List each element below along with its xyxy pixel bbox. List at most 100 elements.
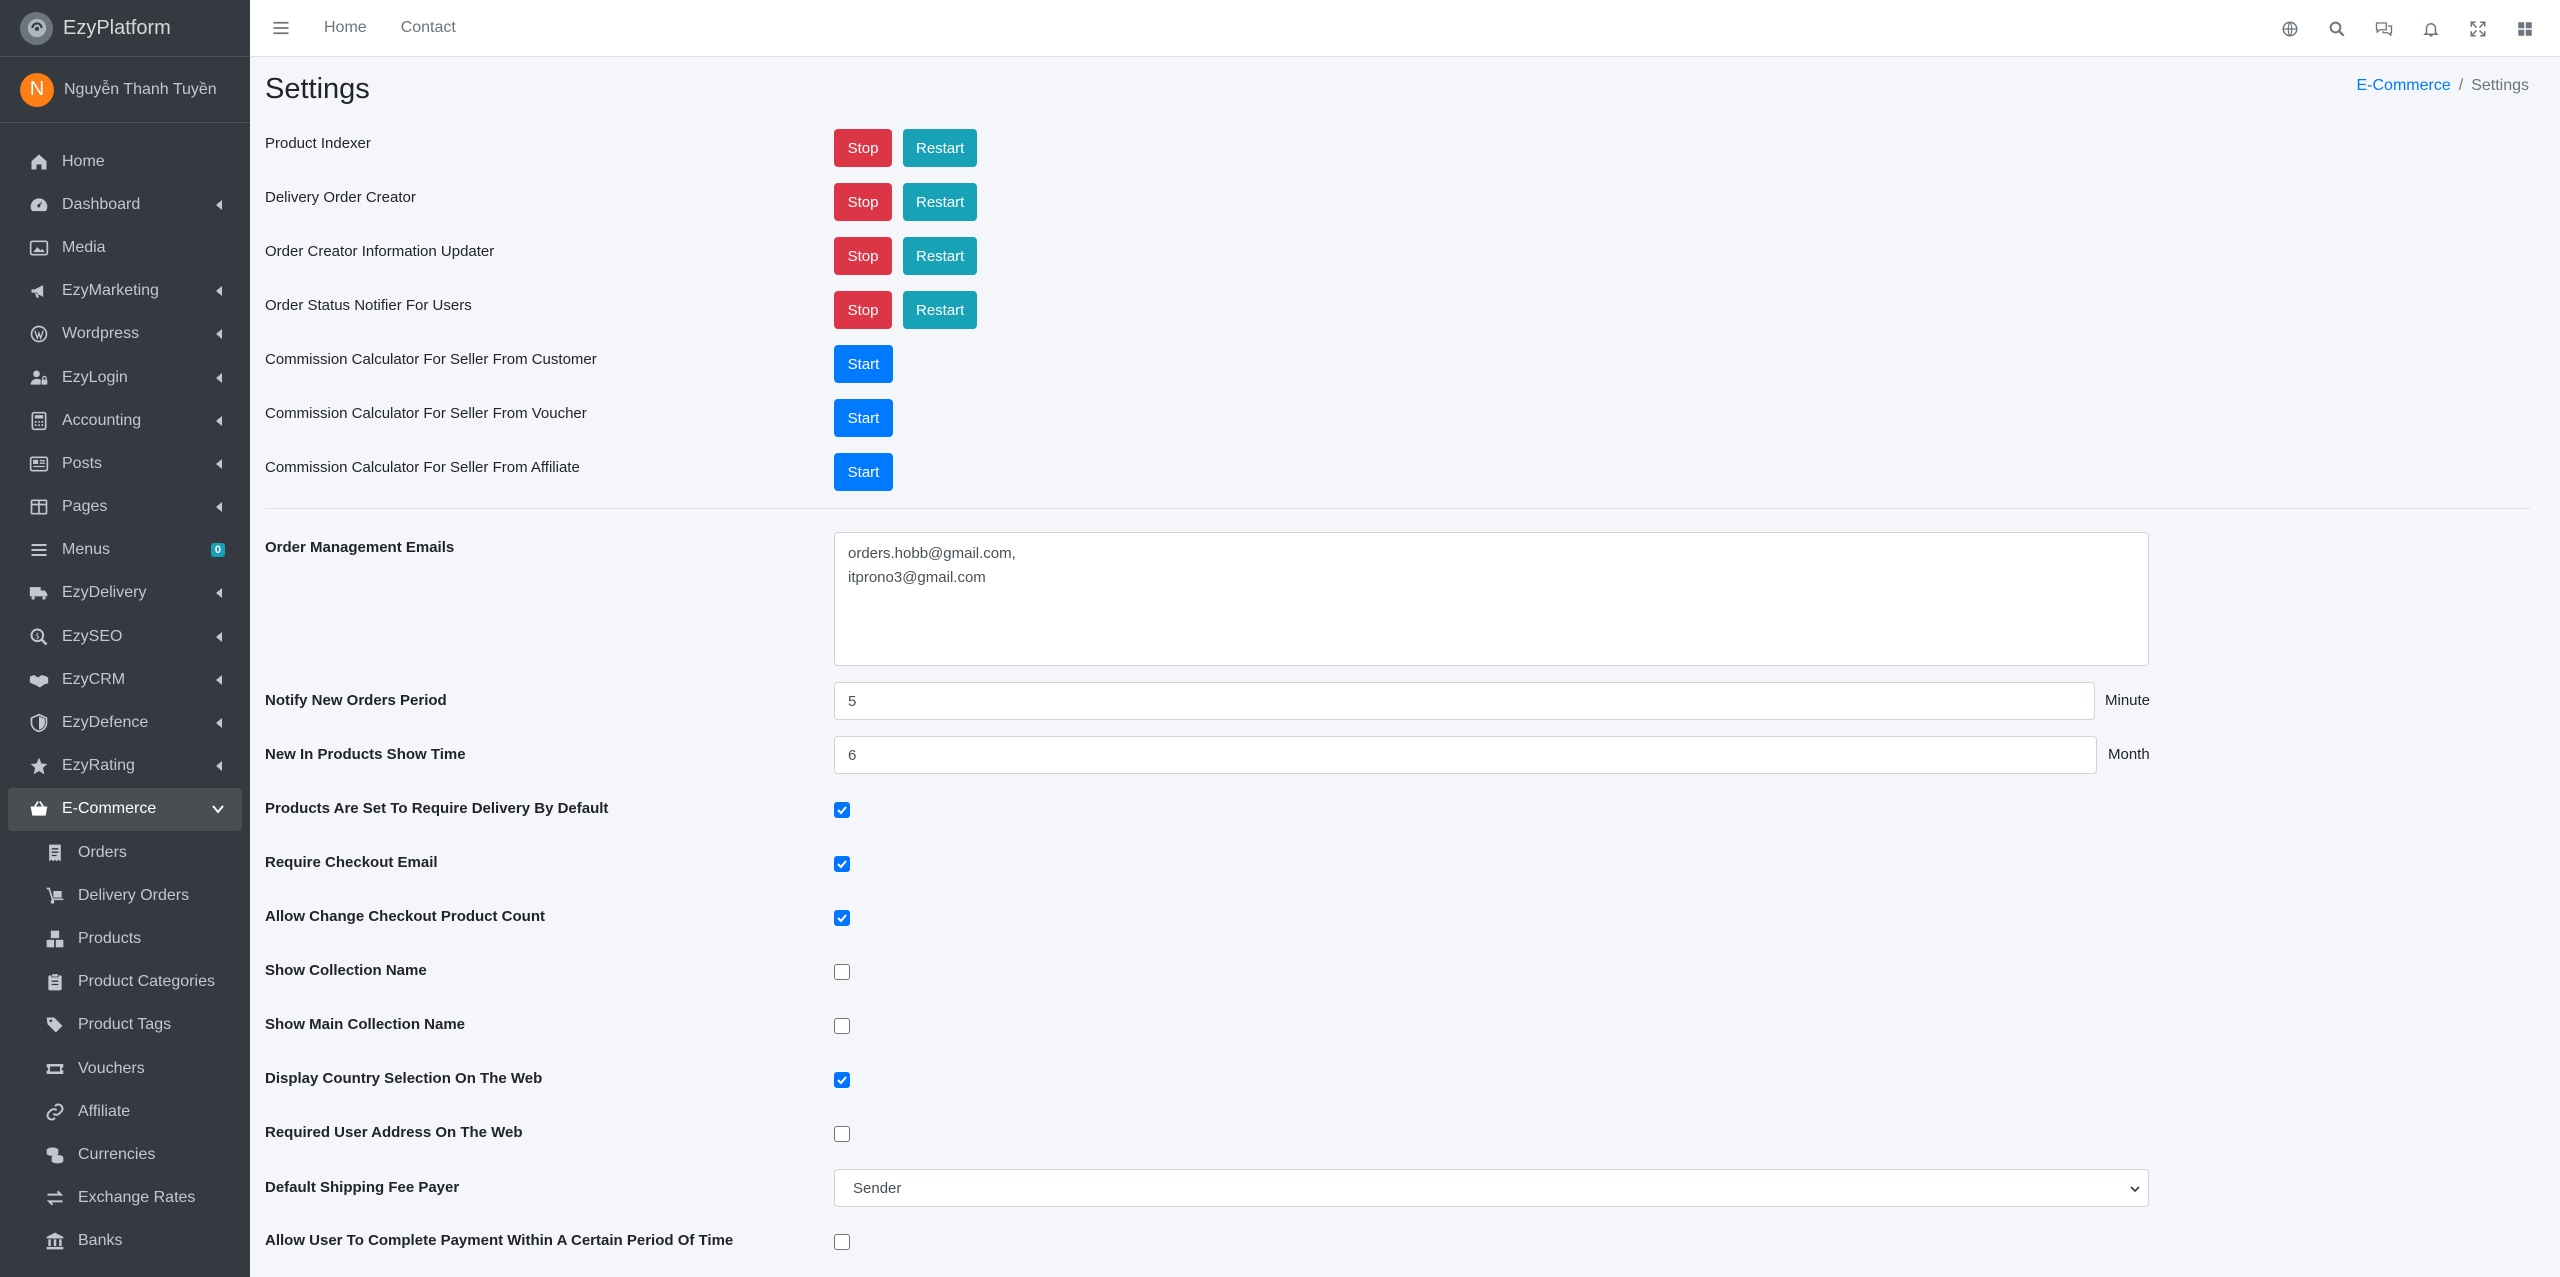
worker-label: Product Indexer [265, 135, 371, 152]
sidebar-item-pages[interactable]: Pages [0, 486, 250, 529]
search-icon[interactable] [2313, 0, 2360, 57]
sidebar-item-label: Orders [78, 843, 127, 861]
form-label: Show Main Collection Name [265, 1016, 466, 1033]
sidebar-item-label: Exchange Rates [78, 1189, 196, 1207]
sidebar-item-home[interactable]: Home [0, 140, 250, 183]
worker-label: Commission Calculator For Seller From Vo… [265, 405, 587, 422]
sidebar-item-ecommerce[interactable]: E-Commerce [8, 787, 242, 831]
notify-period-input[interactable]: 5 [834, 682, 2095, 720]
payment-period-checkbox[interactable] [834, 1234, 850, 1250]
columns-icon [28, 496, 50, 518]
form-label: Allow Change Checkout Product Count [265, 908, 545, 925]
form-label: Default Shipping Fee Payer [265, 1179, 460, 1196]
new-in-time-input[interactable]: 6 [834, 736, 2097, 774]
sidebar-subitem-product-categories[interactable]: Product Categories [0, 961, 250, 1004]
restart-button[interactable]: Restart [903, 129, 978, 167]
sidebar-item-ezyseo[interactable]: $ EzySEO [0, 615, 250, 658]
sidebar-subitem-currencies[interactable]: Currencies [0, 1133, 250, 1176]
sidebar-item-ezycrm[interactable]: EzyCRM [0, 658, 250, 701]
sidebar-item-label: Dashboard [62, 195, 141, 213]
sidebar-item-posts[interactable]: Posts [0, 442, 250, 485]
sidebar-subitem-vouchers[interactable]: Vouchers [0, 1047, 250, 1090]
sidebar-item-ezyrating[interactable]: EzyRating [0, 745, 250, 788]
sidebar-item-ezydelivery[interactable]: EzyDelivery [0, 572, 250, 615]
order-emails-textarea[interactable]: orders.hobb@gmail.com, itprono3@gmail.co… [834, 532, 2149, 666]
worker-row: Order Creator Information Updater Stop R… [265, 237, 1465, 275]
sidebar-item-ezymarketing[interactable]: EzyMarketing [0, 270, 250, 313]
hamburger-icon[interactable] [272, 18, 296, 38]
link-icon [44, 1101, 66, 1123]
shield-icon [28, 712, 50, 734]
comments-icon[interactable] [2360, 0, 2407, 57]
stop-button[interactable]: Stop [834, 291, 892, 329]
breadcrumb-separator: / [2458, 77, 2464, 94]
chevron-left-icon [216, 329, 222, 340]
sidebar-item-dashboard[interactable]: Dashboard [0, 183, 250, 226]
stop-button[interactable]: Stop [834, 183, 892, 221]
top-link-contact[interactable]: Contact [401, 19, 456, 37]
megaphone-icon [28, 280, 50, 302]
sidebar-item-label: Pages [62, 498, 108, 516]
expand-icon[interactable] [2454, 0, 2501, 57]
sidebar-item-accounting[interactable]: Accounting [0, 399, 250, 442]
stop-button[interactable]: Stop [834, 129, 892, 167]
user-lock-icon [28, 367, 50, 389]
worker-row: Commission Calculator For Seller From Cu… [265, 345, 1465, 383]
require-checkout-email-checkbox[interactable] [834, 856, 850, 872]
sidebar-subitem-exchange-rates[interactable]: Exchange Rates [0, 1177, 250, 1220]
image-icon [28, 237, 50, 259]
chevron-left-icon [216, 761, 222, 772]
restart-button[interactable]: Restart [903, 291, 978, 329]
sidebar-subitem-banks[interactable]: Banks [0, 1220, 250, 1263]
user-panel[interactable]: N Nguyễn Thanh Tuyền [0, 57, 250, 123]
sidebar-item-label: EzyCRM [62, 670, 126, 688]
form-label: Order Management Emails [265, 539, 455, 556]
show-collection-name-checkbox[interactable] [834, 964, 850, 980]
stop-button[interactable]: Stop [834, 237, 892, 275]
top-link-home[interactable]: Home [324, 19, 367, 37]
topbar: Home Contact [250, 0, 2560, 57]
svg-text:$: $ [35, 631, 40, 640]
sidebar-item-ezylogin[interactable]: EzyLogin [0, 356, 250, 399]
chevron-left-icon [216, 286, 222, 297]
topbar-icons [2266, 0, 2548, 57]
sidebar-item-label: Affiliate [78, 1102, 131, 1120]
bank-icon [44, 1230, 66, 1252]
require-delivery-checkbox[interactable] [834, 802, 850, 818]
show-main-collection-name-checkbox[interactable] [834, 1018, 850, 1034]
chevron-left-icon [216, 674, 222, 685]
start-button[interactable]: Start [834, 345, 893, 383]
sidebar-subitem-delivery-orders[interactable]: Delivery Orders [0, 874, 250, 917]
brand[interactable]: EzyPlatform [0, 0, 250, 57]
sidebar-item-label: Wordpress [62, 325, 140, 343]
bell-icon[interactable] [2407, 0, 2454, 57]
user-name[interactable]: Nguyễn Thanh Tuyền [64, 81, 217, 99]
apps-icon[interactable] [2501, 0, 2548, 57]
coins-icon [44, 1144, 66, 1166]
breadcrumb-link-ecommerce[interactable]: E-Commerce [2357, 77, 2451, 94]
sidebar-item-label: EzyDelivery [62, 584, 147, 602]
sidebar-subitem-products[interactable]: Products [0, 917, 250, 960]
allow-change-count-checkbox[interactable] [834, 910, 850, 926]
dashboard-icon [28, 194, 50, 216]
star-icon [28, 755, 50, 777]
sidebar-item-wordpress[interactable]: Wordpress [0, 313, 250, 356]
required-user-address-checkbox[interactable] [834, 1126, 850, 1142]
shipping-fee-payer-select[interactable]: Sender [834, 1169, 2149, 1207]
sidebar-item-ezydefence[interactable]: EzyDefence [0, 701, 250, 744]
bars-icon [28, 539, 50, 561]
receipt-icon [44, 842, 66, 864]
start-button[interactable]: Start [834, 453, 893, 491]
country-selection-checkbox[interactable] [834, 1072, 850, 1088]
sidebar-item-label: Delivery Orders [78, 886, 190, 904]
restart-button[interactable]: Restart [903, 237, 978, 275]
chevron-down-icon [2130, 1186, 2140, 1193]
sidebar-item-menus[interactable]: Menus 0 [0, 529, 250, 572]
sidebar-subitem-orders[interactable]: Orders [0, 831, 250, 874]
sidebar-subitem-product-tags[interactable]: Product Tags [0, 1004, 250, 1047]
sidebar-item-media[interactable]: Media [0, 226, 250, 269]
restart-button[interactable]: Restart [903, 183, 978, 221]
start-button[interactable]: Start [834, 399, 893, 437]
sidebar-subitem-affiliate[interactable]: Affiliate [0, 1090, 250, 1133]
globe-icon[interactable] [2266, 0, 2313, 57]
